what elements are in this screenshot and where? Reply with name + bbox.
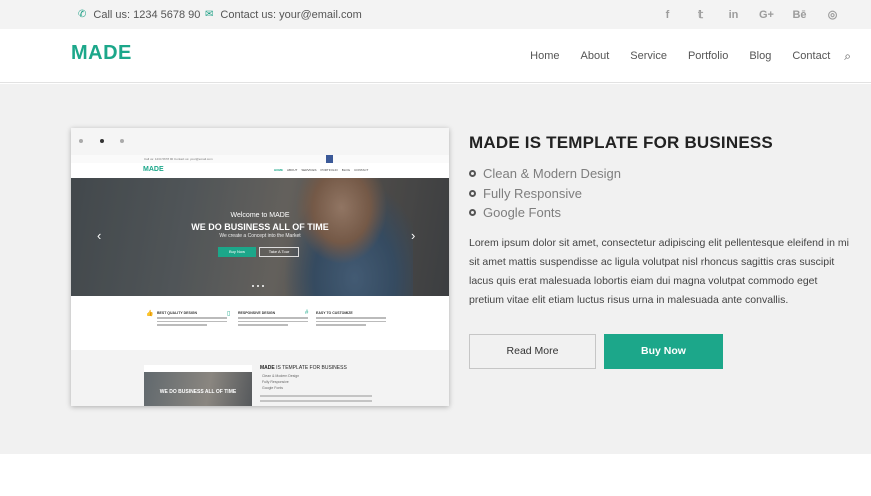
behance-icon[interactable]: Bē	[783, 9, 816, 21]
chevron-left-icon: ‹	[97, 228, 102, 243]
nav-item-blog[interactable]: Blog	[749, 50, 771, 62]
mini-welcome: Welcome to MADE	[230, 212, 290, 219]
mini-hero-slider: Welcome to MADE WE DO BUSINESS ALL OF TI…	[71, 178, 449, 296]
mini-buy-button: Buy Now	[218, 247, 256, 257]
feature-item: Google Fonts	[469, 203, 621, 223]
window-dot	[100, 139, 104, 143]
circle-bullet-icon	[469, 189, 476, 197]
mini-preview-image: WE DO BUSINESS ALL OF TIME	[144, 365, 252, 406]
mini-feature: 👍 BEST QUALITY DESIGN	[146, 311, 237, 326]
browser-chrome	[71, 128, 449, 155]
grid-icon: #	[305, 310, 309, 316]
email-contact[interactable]: ✉ Contact us: your@email.com	[205, 0, 362, 29]
slider-dots	[252, 285, 264, 287]
mini-feature: # EASY TO CUSTOMIZE	[305, 310, 396, 326]
mini-about-section: WE DO BUSINESS ALL OF TIME MADE IS TEMPL…	[71, 350, 449, 406]
top-bar: ✆ Call us: 1234 5678 90 ✉ Contact us: yo…	[0, 0, 871, 29]
phone-text: Call us: 1234 5678 90	[93, 8, 201, 21]
mini-nav-portfolio: PORTFOLIO	[320, 168, 338, 172]
nav-item-about[interactable]: About	[581, 50, 610, 62]
mini-nav: HOME ABOUT SERVICES PORTFOLIO BLOG CONTA…	[274, 168, 368, 172]
mini-header: MADE HOME ABOUT SERVICES PORTFOLIO BLOG …	[71, 163, 449, 178]
mini-nav-about: ABOUT	[287, 168, 298, 172]
nav-item-portfolio[interactable]: Portfolio	[688, 50, 728, 62]
thumbs-up-icon: 👍	[146, 311, 154, 317]
mini-nav-contact: CONTACT	[354, 168, 369, 172]
mini-features: 👍 BEST QUALITY DESIGN ▯ RESPONSIVE DESIG…	[71, 296, 449, 350]
feature-item: Fully Responsive	[469, 184, 621, 204]
mini-logo: MADE	[143, 166, 164, 173]
facebook-icon[interactable]: f	[651, 9, 684, 21]
mini-hero-subtitle: We create a Concept into the Market	[219, 233, 301, 239]
googleplus-icon[interactable]: G+	[750, 9, 783, 21]
linkedin-icon[interactable]: in	[717, 9, 750, 21]
window-dot	[79, 139, 83, 143]
mini-facebook-icon	[326, 155, 333, 163]
section-description: Lorem ipsum dolor sit amet, consectetur …	[469, 237, 849, 306]
search-icon[interactable]: ⌕	[844, 49, 851, 64]
email-text[interactable]: Contact us: your@email.com	[220, 9, 361, 21]
feature-item: Clean & Modern Design	[469, 164, 621, 184]
envelope-icon: ✉	[205, 9, 214, 20]
nav-item-contact[interactable]: Contact	[792, 50, 830, 62]
section-title: MADE IS TEMPLATE FOR BUSINESS	[469, 133, 773, 152]
chevron-right-icon: ›	[411, 228, 416, 243]
mini-section-title: MADE IS TEMPLATE FOR BUSINESS	[260, 365, 347, 371]
read-more-button[interactable]: Read More	[469, 334, 596, 369]
buy-now-button[interactable]: Buy Now	[604, 334, 723, 369]
phone-contact: ✆ Call us: 1234 5678 90	[78, 0, 200, 29]
logo[interactable]: MADE	[71, 42, 132, 65]
site-header: MADE Home About Service Portfolio Blog C…	[0, 29, 871, 83]
nav-item-service[interactable]: Service	[630, 50, 667, 62]
main-nav: Home About Service Portfolio Blog Contac…	[509, 29, 851, 83]
mobile-icon: ▯	[227, 311, 231, 317]
phone-icon: ✆	[78, 9, 87, 20]
social-links: f 𝕥 in G+ Bē ◎	[651, 0, 849, 29]
dribbble-icon[interactable]: ◎	[816, 8, 849, 21]
hero-section: Call us: 1234 5678 90 Contact us: your@e…	[0, 84, 871, 454]
browser-preview: Call us: 1234 5678 90 Contact us: your@e…	[71, 128, 449, 406]
mini-hero-title: WE DO BUSINESS ALL OF TIME	[191, 222, 329, 232]
mini-topbar: Call us: 1234 5678 90 Contact us: your@e…	[71, 155, 449, 163]
mini-nav-services: SERVICES	[301, 168, 317, 172]
twitter-icon[interactable]: 𝕥	[684, 8, 717, 21]
nav-item-home[interactable]: Home	[530, 50, 559, 62]
mini-nav-blog: BLOG	[341, 168, 351, 172]
circle-bullet-icon	[469, 170, 476, 178]
feature-list: Clean & Modern Design Fully Responsive G…	[469, 164, 621, 223]
window-dot	[120, 139, 124, 143]
mini-nav-home: HOME	[274, 168, 283, 172]
mini-tour-button: Take A Tour	[259, 247, 299, 257]
mini-topbar-text: Call us: 1234 5678 90 Contact us: your@e…	[144, 157, 213, 161]
circle-bullet-icon	[469, 209, 476, 217]
